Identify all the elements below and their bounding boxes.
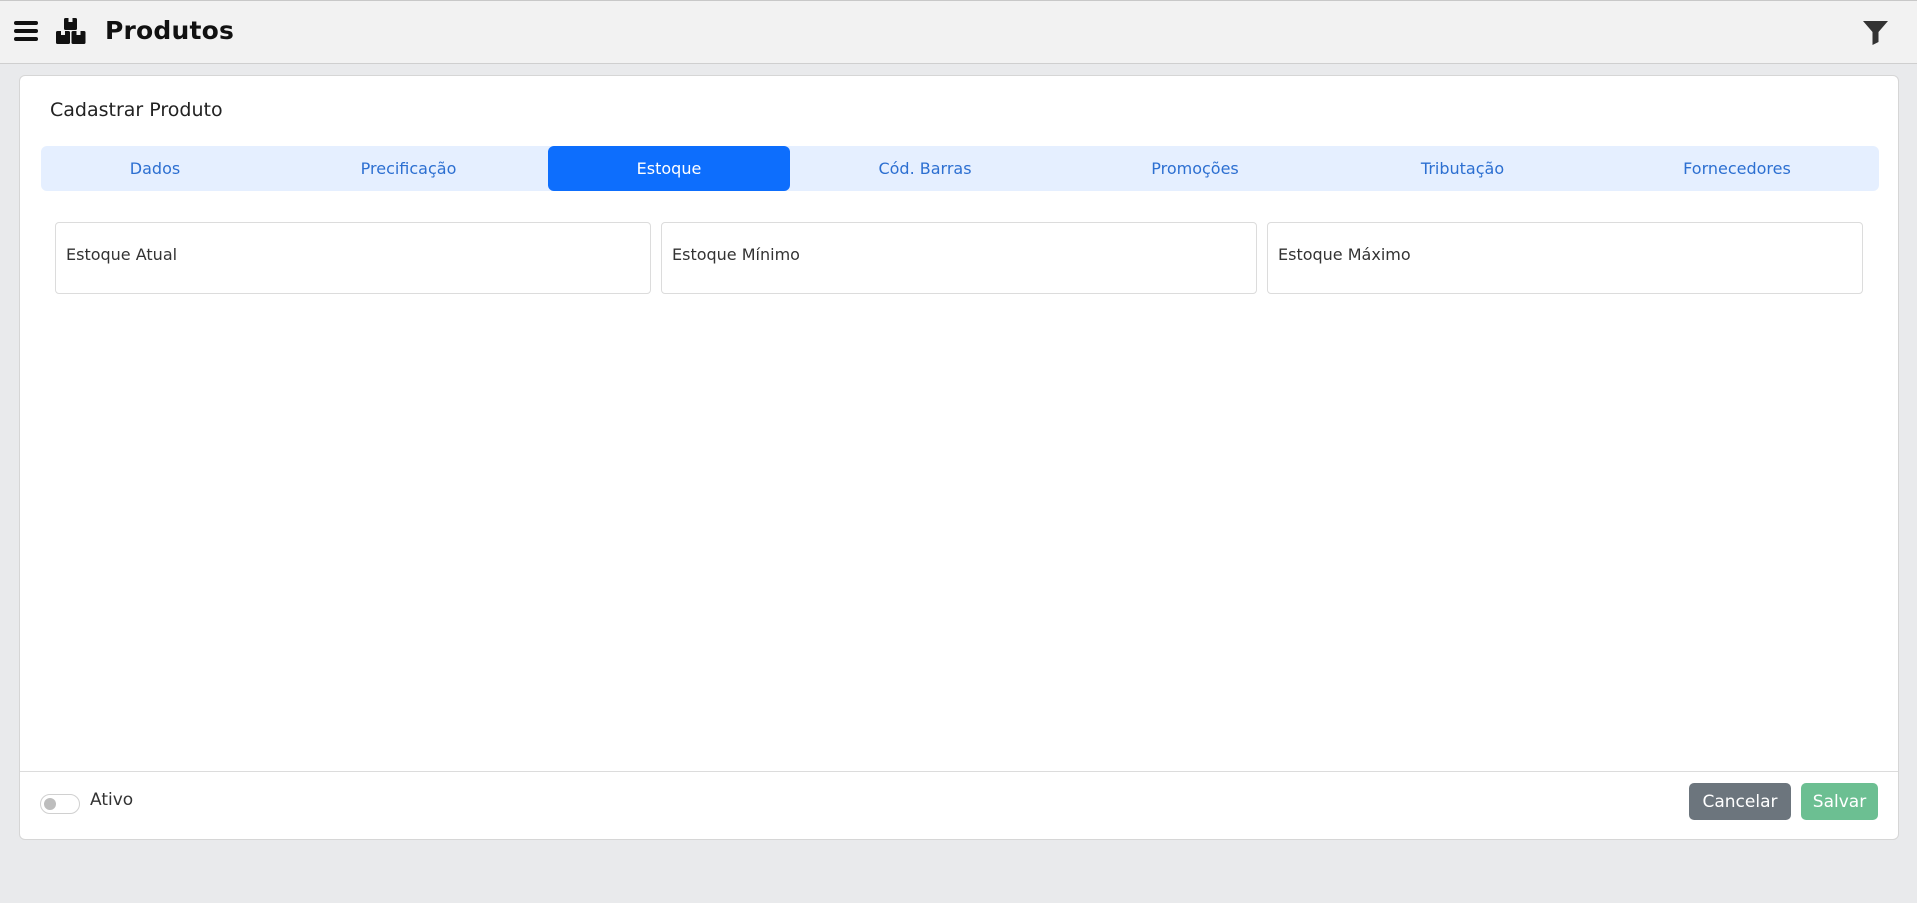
estoque-atual-field[interactable]: Estoque Atual: [55, 222, 651, 294]
toggle-knob: [44, 798, 56, 810]
tab-cod-barras[interactable]: Cód. Barras: [790, 146, 1060, 191]
filter-icon[interactable]: [1862, 20, 1889, 45]
estoque-maximo-input[interactable]: [1268, 223, 1862, 293]
active-toggle[interactable]: [40, 794, 80, 814]
tab-precificacao[interactable]: Precificação: [269, 146, 548, 191]
tab-fornecedores[interactable]: Fornecedores: [1595, 146, 1879, 191]
hamburger-menu-icon[interactable]: [14, 21, 38, 41]
top-bar: Produtos: [0, 0, 1917, 64]
boxes-icon: [56, 18, 86, 44]
form-footer: Ativo Cancelar Salvar: [20, 771, 1898, 839]
active-toggle-label: Ativo: [90, 790, 134, 810]
cancel-button[interactable]: Cancelar: [1689, 783, 1791, 820]
save-button[interactable]: Salvar: [1801, 783, 1878, 820]
form-title: Cadastrar Produto: [50, 99, 223, 121]
tab-estoque[interactable]: Estoque: [548, 146, 790, 191]
estoque-maximo-field[interactable]: Estoque Máximo: [1267, 222, 1863, 294]
estoque-minimo-field[interactable]: Estoque Mínimo: [661, 222, 1257, 294]
estoque-atual-input[interactable]: [56, 223, 650, 293]
product-form-card: Cadastrar Produto Dados Precificação Est…: [19, 75, 1899, 840]
estoque-minimo-input[interactable]: [662, 223, 1256, 293]
tab-bar: Dados Precificação Estoque Cód. Barras P…: [41, 146, 1879, 191]
page-title: Produtos: [105, 16, 235, 45]
tab-tributacao[interactable]: Tributação: [1330, 146, 1595, 191]
tab-dados[interactable]: Dados: [41, 146, 269, 191]
tab-promocoes[interactable]: Promoções: [1060, 146, 1330, 191]
